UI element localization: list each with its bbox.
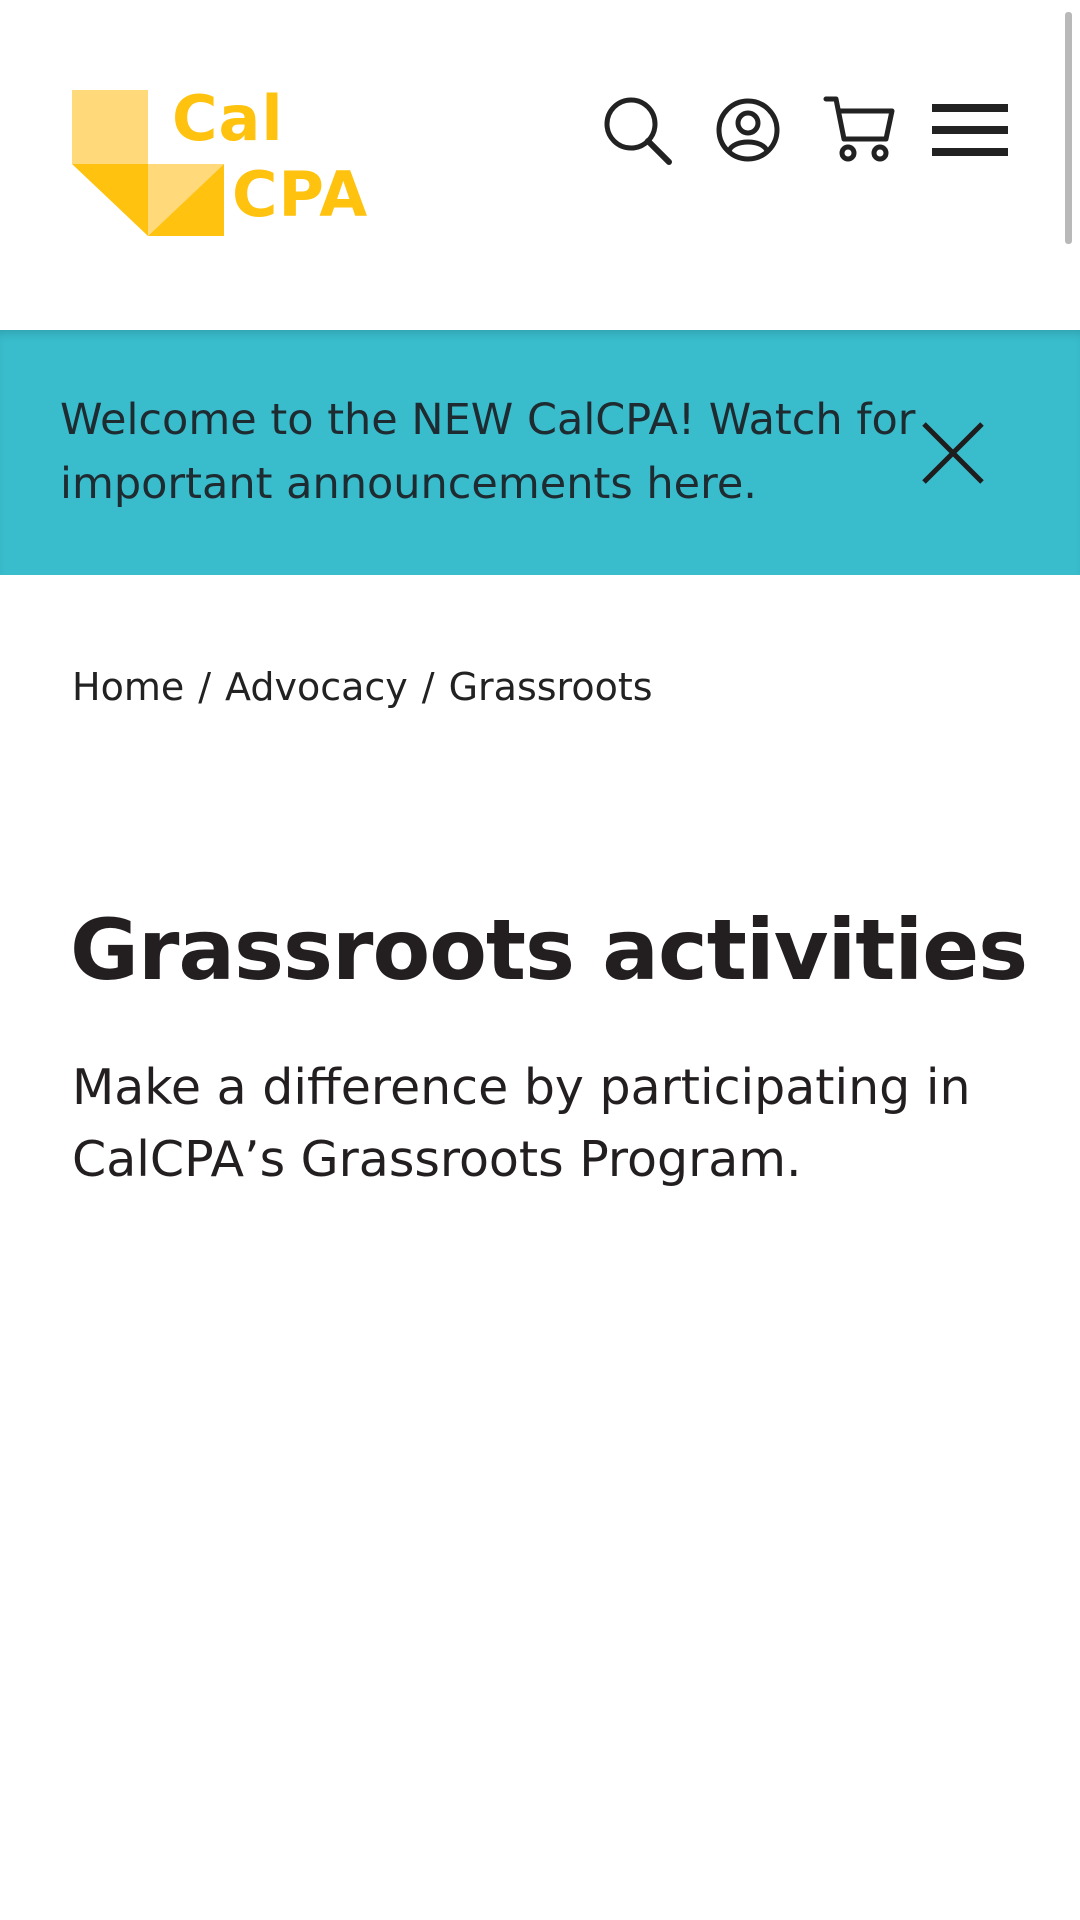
announcement-text: Welcome to the NEW CalCPA! Watch for imp… — [60, 395, 916, 509]
page: Cal CPA Welcome to the NEW CalCPA! Watch… — [0, 0, 1080, 1920]
cart-icon — [823, 96, 895, 162]
search-button[interactable] — [597, 90, 677, 170]
page-title: Grassroots activities — [70, 901, 1028, 999]
close-icon — [922, 422, 984, 484]
search-icon — [604, 97, 672, 165]
close-announcement-button[interactable] — [918, 418, 988, 488]
scrollbar[interactable] — [1065, 12, 1072, 244]
announcement-banner: Welcome to the NEW CalCPA! Watch for imp… — [0, 330, 1080, 575]
breadcrumb: Home / Advocacy / Grassroots — [72, 665, 653, 709]
header-icons — [597, 90, 1010, 170]
page-intro: Make a difference by participating in Ca… — [72, 1059, 971, 1188]
cart-button[interactable] — [819, 90, 899, 170]
calcpa-logo[interactable]: Cal CPA — [72, 86, 392, 242]
logo-text-cal: Cal — [172, 82, 284, 155]
menu-button[interactable] — [930, 90, 1010, 170]
account-button[interactable] — [708, 90, 788, 170]
account-icon — [716, 98, 780, 162]
breadcrumb-current: Grassroots — [448, 665, 653, 709]
site-header: Cal CPA — [0, 0, 1080, 330]
breadcrumb-separator: / — [198, 665, 212, 709]
breadcrumb-separator: / — [421, 665, 435, 709]
breadcrumb-home[interactable]: Home — [72, 665, 184, 709]
breadcrumb-advocacy[interactable]: Advocacy — [225, 665, 408, 709]
logo-text-cpa: CPA — [232, 158, 369, 231]
menu-icon — [932, 104, 1008, 156]
